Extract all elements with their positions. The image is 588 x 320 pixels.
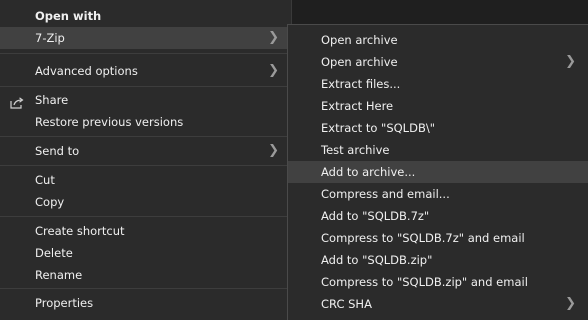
submenu-item-test-archive[interactable]: Test archive (288, 139, 588, 161)
menu-item-properties[interactable]: Properties (0, 292, 291, 314)
submenu-item-extract-to-folder[interactable]: Extract to "SQLDB\" (288, 117, 588, 139)
share-icon (10, 94, 24, 109)
menu-item-send-to[interactable]: Send to ❯ (0, 140, 291, 162)
submenu-item-extract-files[interactable]: Extract files... (288, 73, 588, 95)
chevron-right-icon: ❯ (565, 296, 576, 311)
menu-item-delete[interactable]: Delete (0, 242, 291, 264)
submenu-item-add-to-zip[interactable]: Add to "SQLDB.zip" (288, 249, 588, 271)
menu-item-restore-previous-versions[interactable]: Restore previous versions (0, 111, 291, 133)
separator (0, 288, 291, 289)
chevron-right-icon: ❯ (565, 54, 576, 69)
chevron-right-icon: ❯ (268, 63, 279, 78)
submenu-item-open-archive[interactable]: Open archive (288, 29, 588, 51)
separator (0, 53, 291, 54)
menu-item-share[interactable]: Share (0, 89, 291, 111)
menu-item-rename[interactable]: Rename (0, 264, 291, 286)
submenu-item-compress-and-email[interactable]: Compress and email... (288, 183, 588, 205)
menu-item-advanced-options[interactable]: Advanced options ❯ (0, 60, 291, 82)
7zip-submenu: Open archive Open archive ❯ Extract file… (287, 24, 588, 320)
submenu-item-add-to-archive[interactable]: Add to archive... (288, 161, 588, 183)
submenu-item-add-to-7z[interactable]: Add to "SQLDB.7z" (288, 205, 588, 227)
chevron-right-icon: ❯ (268, 143, 279, 158)
submenu-item-compress-to-zip-and-email[interactable]: Compress to "SQLDB.zip" and email (288, 271, 588, 293)
submenu-item-compress-to-7z-and-email[interactable]: Compress to "SQLDB.7z" and email (288, 227, 588, 249)
submenu-item-extract-here[interactable]: Extract Here (288, 95, 588, 117)
separator (0, 216, 291, 217)
submenu-item-crc-sha[interactable]: CRC SHA ❯ (288, 293, 588, 315)
menu-item-copy[interactable]: Copy (0, 191, 291, 213)
chevron-right-icon: ❯ (268, 30, 279, 45)
menu-item-create-shortcut[interactable]: Create shortcut (0, 220, 291, 242)
separator (0, 86, 291, 87)
separator (0, 136, 291, 137)
menu-item-7zip[interactable]: 7-Zip ❯ (0, 27, 291, 49)
context-menu: Open with 7-Zip ❯ Advanced options ❯ Sha… (0, 0, 292, 320)
submenu-item-open-archive-more[interactable]: Open archive ❯ (288, 51, 588, 73)
separator (0, 165, 291, 166)
menu-item-cut[interactable]: Cut (0, 169, 291, 191)
open-with-heading: Open with (35, 9, 102, 23)
